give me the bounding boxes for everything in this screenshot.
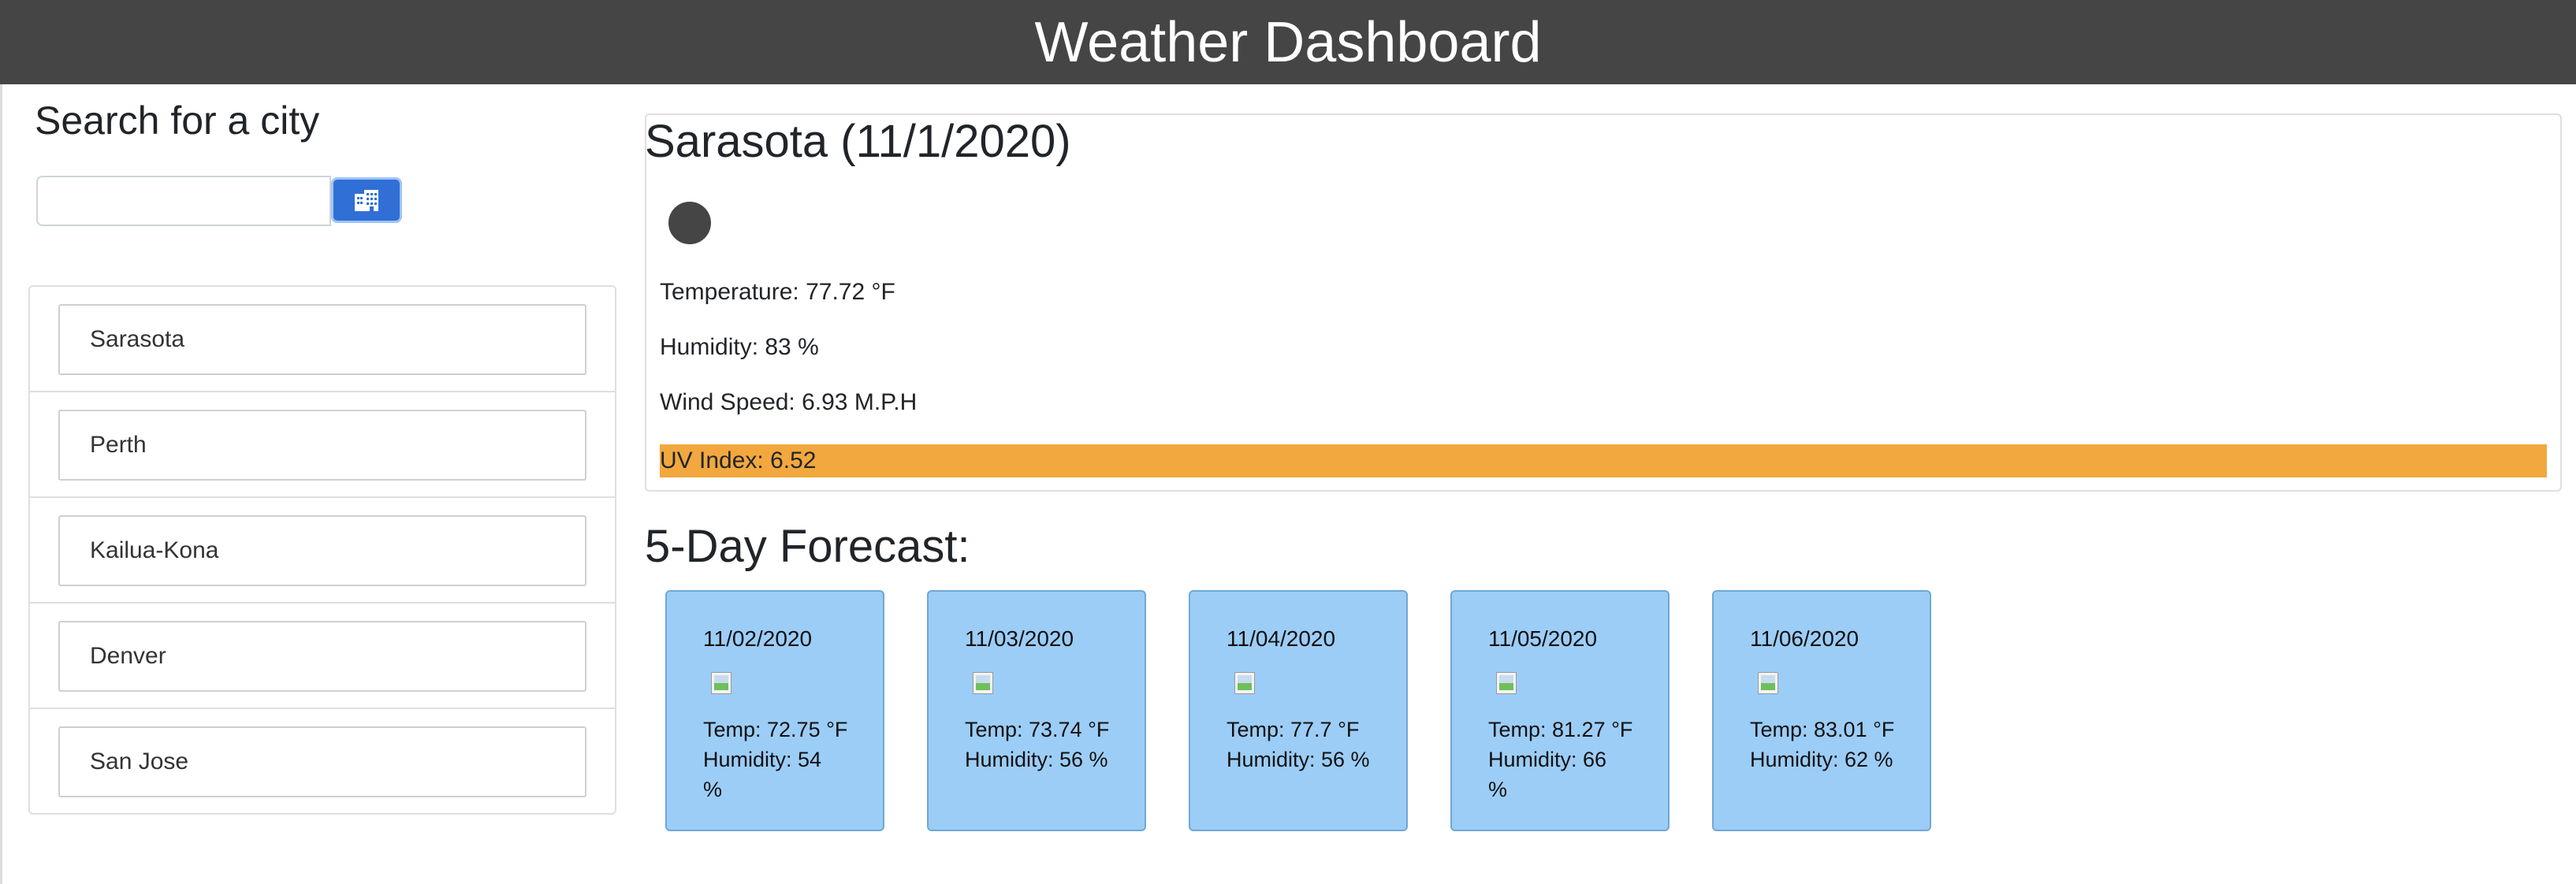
search-history-list: Sarasota Perth Kailua-Kona Denver San Jo…: [28, 285, 616, 815]
list-item: Kailua-Kona: [30, 498, 615, 604]
search-heading: Search for a city: [35, 98, 320, 143]
forecast-card: 11/06/2020 Temp: 83.01 °F Humidity: 62 %: [1712, 590, 1931, 831]
current-weather-card: [645, 113, 2562, 492]
forecast-details: Temp: 81.27 °F Humidity: 66 %: [1488, 715, 1646, 804]
forecast-date: 11/04/2020: [1227, 626, 1336, 651]
forecast-details: Temp: 72.75 °F Humidity: 54 %: [703, 715, 861, 804]
list-item: San Jose: [30, 709, 615, 815]
uv-index-text: UV Index: 6.52: [660, 448, 817, 474]
forecast-humidity: Humidity: 66 %: [1488, 748, 1607, 801]
forecast-humidity: Humidity: 56 %: [965, 748, 1108, 771]
forecast-temp: Temp: 72.75 °F: [703, 718, 848, 741]
forecast-details: Temp: 73.74 °F Humidity: 56 %: [965, 715, 1122, 774]
humidity-text: Humidity: 83 %: [660, 334, 819, 360]
app-header: Weather Dashboard: [0, 0, 2576, 84]
broken-image-icon: [711, 672, 731, 694]
broken-image-icon: [1496, 672, 1517, 694]
city-search-input[interactable]: [36, 176, 331, 226]
broken-image-icon: [1234, 672, 1255, 694]
history-city-button[interactable]: San Jose: [58, 726, 586, 797]
temperature-text: Temperature: 77.72 °F: [660, 279, 895, 305]
forecast-humidity: Humidity: 56 %: [1227, 748, 1370, 771]
search-button[interactable]: [331, 177, 402, 223]
broken-image-icon: [973, 672, 993, 694]
forecast-humidity: Humidity: 54 %: [703, 748, 822, 801]
forecast-card: 11/03/2020 Temp: 73.74 °F Humidity: 56 %: [927, 590, 1146, 831]
weather-icon: [668, 202, 711, 244]
forecast-date: 11/02/2020: [703, 626, 813, 651]
history-city-button[interactable]: Denver: [58, 621, 586, 692]
list-item: Perth: [30, 392, 615, 498]
forecast-temp: Temp: 83.01 °F: [1750, 718, 1895, 741]
history-city-button[interactable]: Sarasota: [58, 304, 586, 375]
wind-speed-text: Wind Speed: 6.93 M.P.H: [660, 389, 918, 415]
list-item: Denver: [30, 604, 615, 709]
forecast-temp: Temp: 73.74 °F: [965, 718, 1110, 741]
forecast-card: 11/02/2020 Temp: 72.75 °F Humidity: 54 %: [665, 590, 884, 831]
history-city-button[interactable]: Kailua-Kona: [58, 515, 586, 586]
forecast-humidity: Humidity: 62 %: [1750, 748, 1893, 771]
forecast-temp: Temp: 81.27 °F: [1488, 718, 1633, 741]
uv-index-badge: UV Index: 6.52: [660, 444, 2547, 477]
left-edge-divider: [0, 84, 2, 884]
forecast-card: 11/05/2020 Temp: 81.27 °F Humidity: 66 %: [1450, 590, 1670, 831]
forecast-heading: 5-Day Forecast:: [645, 521, 970, 572]
city-buildings-icon: [355, 190, 378, 211]
current-city-title: Sarasota (11/1/2020): [645, 116, 1071, 167]
forecast-details: Temp: 77.7 °F Humidity: 56 %: [1227, 715, 1384, 774]
forecast-details: Temp: 83.01 °F Humidity: 62 %: [1750, 715, 1908, 774]
forecast-temp: Temp: 77.7 °F: [1227, 718, 1360, 741]
history-city-button[interactable]: Perth: [58, 410, 586, 481]
broken-image-icon: [1758, 672, 1778, 694]
forecast-date: 11/05/2020: [1488, 626, 1598, 651]
forecast-date: 11/03/2020: [965, 626, 1074, 651]
page-title: Weather Dashboard: [1034, 10, 1542, 74]
forecast-date: 11/06/2020: [1750, 626, 1859, 651]
list-item: Sarasota: [30, 287, 615, 392]
forecast-card: 11/04/2020 Temp: 77.7 °F Humidity: 56 %: [1189, 590, 1408, 831]
